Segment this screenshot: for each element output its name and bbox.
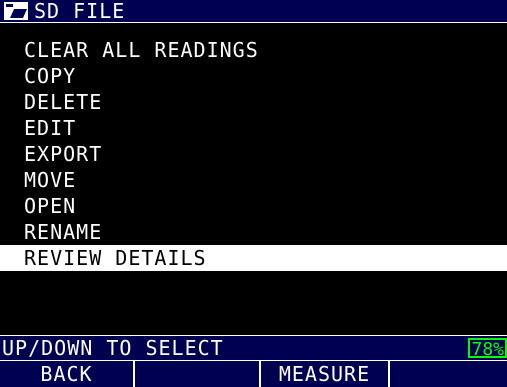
softkey-measure[interactable]: MEASURE: [261, 361, 390, 387]
folder-icon: [4, 2, 28, 20]
menu-item-clear-all-readings[interactable]: CLEAR ALL READINGS: [0, 37, 507, 63]
menu-item-open[interactable]: OPEN: [0, 193, 507, 219]
menu-item-review-details[interactable]: REVIEW DETAILS: [0, 245, 507, 271]
device-screen: SD FILE CLEAR ALL READINGS COPY DELETE E…: [0, 0, 507, 387]
menu-item-delete[interactable]: DELETE: [0, 89, 507, 115]
file-options-menu: CLEAR ALL READINGS COPY DELETE EDIT EXPO…: [0, 37, 507, 271]
title-bar: SD FILE: [0, 0, 507, 23]
menu-item-move[interactable]: MOVE: [0, 167, 507, 193]
battery-indicator: 78%: [468, 338, 507, 360]
menu-item-edit[interactable]: EDIT: [0, 115, 507, 141]
softkey-4[interactable]: [390, 361, 507, 387]
menu-item-rename[interactable]: RENAME: [0, 219, 507, 245]
menu-item-copy[interactable]: COPY: [0, 63, 507, 89]
status-hint: UP/DOWN TO SELECT: [2, 336, 224, 360]
menu-item-export[interactable]: EXPORT: [0, 141, 507, 167]
softkey-back[interactable]: BACK: [0, 361, 135, 387]
softkey-bar: BACK MEASURE: [0, 361, 507, 387]
page-title: SD FILE: [34, 0, 126, 23]
status-bar: UP/DOWN TO SELECT 78%: [0, 335, 507, 361]
softkey-2[interactable]: [135, 361, 261, 387]
